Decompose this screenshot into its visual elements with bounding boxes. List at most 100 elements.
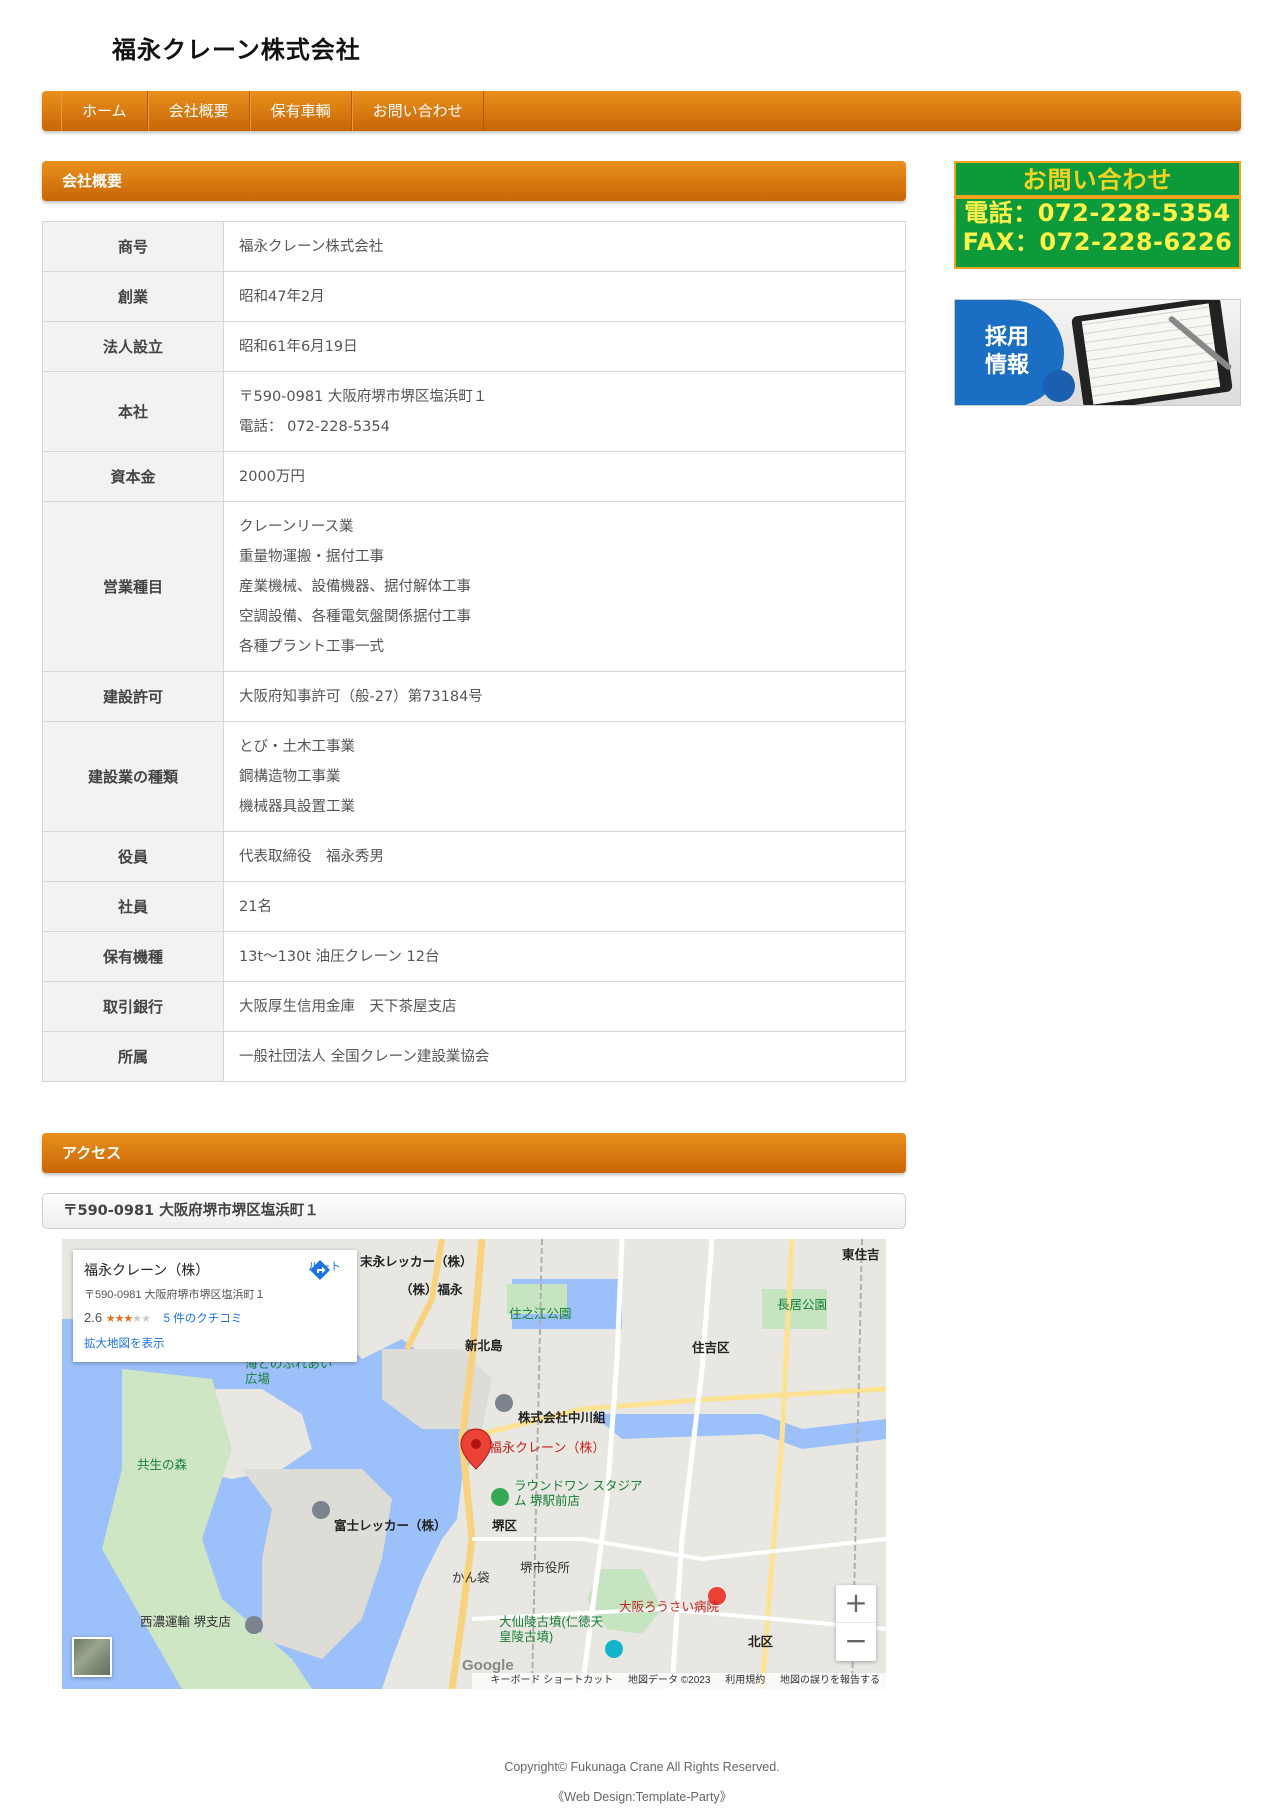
map-label-round1: ラウンドワン スタジアム 堺駅前店 <box>514 1479 643 1508</box>
table-cell-line: 一般社団法人 全国クレーン建設業協会 <box>239 1048 490 1065</box>
table-row: 役員 代表取締役 福永秀男 <box>42 831 906 882</box>
table-cell-line: 21名 <box>239 898 272 915</box>
table-row: 建設業の種類 とび・土木工事業 鋼構造物工事業 機械器具設置工業 <box>42 721 906 832</box>
company-table: 商号 福永クレーン株式会社 創業 昭和47年2月 法人設立 昭和61年6月19日 本社 〒59… <box>42 221 906 1082</box>
table-row-label: 商号 <box>42 221 224 272</box>
map-label-kita: 北区 <box>748 1635 774 1649</box>
table-cell-line: 昭和47年2月 <box>239 288 325 305</box>
table-row-label: 社員 <box>42 881 224 932</box>
table-row-value: 大阪厚生信用金庫 天下茶屋支店 <box>223 981 906 1032</box>
table-row-value: 一般社団法人 全国クレーン建設業協会 <box>223 1031 906 1082</box>
table-row-value: 福永クレーン株式会社 <box>223 221 906 272</box>
recruit-banner[interactable]: 採用 情報 <box>954 299 1241 406</box>
map-route-button[interactable]: ルート <box>308 1258 341 1280</box>
contact-banner-tel: 電話：072-228-5354 <box>964 199 1231 227</box>
table-row-label: 建設許可 <box>42 671 224 722</box>
table-row-value: 2000万円 <box>223 451 906 502</box>
map-data-credit: 地図データ ©2023 <box>628 1675 711 1686</box>
table-cell-line: 大阪厚生信用金庫 天下茶屋支店 <box>239 998 457 1015</box>
contact-banner-fax: FAX：072-228-6226 <box>962 228 1233 256</box>
map-place-address: 〒590-0981 大阪府堺市堺区塩浜町１ <box>84 1289 266 1301</box>
map-label-daisen: 大仙陵古墳(仁徳天皇陵古墳) <box>499 1615 604 1644</box>
map-enlarge-link[interactable]: 拡大地図を表示 <box>84 1335 346 1351</box>
table-cell-line: 2000万円 <box>239 468 305 485</box>
nav-item-home[interactable]: ホーム <box>61 91 148 131</box>
table-row-label: 本社 <box>42 371 224 452</box>
table-cell-line: とび・土木工事業 <box>239 738 355 755</box>
table-row-label: 所属 <box>42 1031 224 1082</box>
table-row-value: 21名 <box>223 881 906 932</box>
table-row: 創業 昭和47年2月 <box>42 271 906 322</box>
table-cell-line: 昭和61年6月19日 <box>239 338 358 355</box>
map-report-link[interactable]: 地図の誤りを報告する <box>780 1675 880 1686</box>
map-satellite-toggle[interactable] <box>72 1637 112 1677</box>
google-logo: Google <box>462 1657 514 1674</box>
recruit-banner-text: 採用 情報 <box>985 325 1030 378</box>
footer-copyright: Copyright© Fukunaga Crane All Rights Res… <box>504 1760 780 1774</box>
table-row-label: 役員 <box>42 831 224 882</box>
main-content: 会社概要 商号 福永クレーン株式会社 創業 昭和47年2月 法人設立 昭和61年6月19日… <box>42 161 906 1689</box>
table-row: 営業種目 クレーンリース業 重量物運搬・据付工事 産業機械、設備機器、据付解体工事 空調… <box>42 501 906 672</box>
map-zoom-control: + − <box>836 1585 876 1661</box>
table-cell-line: 空調設備、各種電気盤関係据付工事 <box>239 608 471 625</box>
zoom-out-button[interactable]: − <box>836 1623 876 1661</box>
table-cell-line: 産業機械、設備機器、据付解体工事 <box>239 578 471 595</box>
map-label-fukunaga: 福永クレーン（株） <box>489 1440 606 1455</box>
nav-item-vehicles[interactable]: 保有車輌 <box>249 91 352 131</box>
table-row-value: 代表取締役 福永秀男 <box>223 831 906 882</box>
footer-design-credit[interactable]: 《Web Design:Template-Party》 <box>0 1786 1284 1805</box>
map-pin-icon[interactable] <box>459 1427 493 1471</box>
map-label-nagai: 長居公園 <box>777 1298 828 1312</box>
table-row: 法人設立 昭和61年6月19日 <box>42 321 906 372</box>
table-row: 所属 一般社団法人 全国クレーン建設業協会 <box>42 1031 906 1082</box>
table-row: 資本金 2000万円 <box>42 451 906 502</box>
table-row-value: 昭和61年6月19日 <box>223 321 906 372</box>
table-row-value: クレーンリース業 重量物運搬・据付工事 産業機械、設備機器、据付解体工事 空調設備、各… <box>223 501 906 672</box>
table-cell-line: 電話： 072-228-5354 <box>239 418 390 435</box>
map-keyboard-shortcuts[interactable]: キーボード ショートカット <box>490 1675 613 1686</box>
table-cell-line: 重量物運搬・据付工事 <box>239 548 384 565</box>
map-place-card: 福永クレーン（株） 〒590-0981 大阪府堺市堺区塩浜町１ 2.6 ★★★★… <box>73 1250 357 1362</box>
table-row: 社員 21名 <box>42 881 906 932</box>
map-place-name: 福永クレーン（株） <box>84 1262 210 1278</box>
table-row-label: 建設業の種類 <box>42 721 224 832</box>
table-cell-line: 機械器具設置工業 <box>239 798 355 815</box>
table-row-value: 大阪府知事許可（般-27）第73184号 <box>223 671 906 722</box>
sidebar: お問い合わせ 電話：072-228-5354 FAX：072-228-6226 … <box>954 161 1241 406</box>
map-terms-link[interactable]: 利用規約 <box>725 1675 765 1686</box>
map-label-suenaga: 末永レッカー（株） <box>360 1255 473 1269</box>
map-label-shiyakusho: 堺市役所 <box>520 1561 571 1575</box>
map-label-seino: 西濃運輸 堺支店 <box>140 1615 231 1629</box>
table-row-value: とび・土木工事業 鋼構造物工事業 機械器具設置工業 <box>223 721 906 832</box>
table-row-label: 創業 <box>42 271 224 322</box>
access-address: 〒590-0981 大阪府堺市堺区塩浜町１ <box>42 1193 906 1229</box>
map-rating-value: 2.6 <box>84 1310 103 1325</box>
map-label-sakai: 堺区 <box>492 1519 518 1533</box>
map-label-shinkitajima: 新北島 <box>465 1339 503 1353</box>
google-map[interactable]: 福永クレーン（株） 末永レッカー（株） （株）福永 株式会社中川組 富士レッカー… <box>62 1239 886 1689</box>
nav-item-company[interactable]: 会社概要 <box>147 91 250 131</box>
map-reviews-link[interactable]: 5 件のクチコミ <box>164 1313 243 1325</box>
map-rating: 2.6 ★★★★★ 5 件のクチコミ <box>84 1310 243 1325</box>
map-label-sumiyoshi: 住吉区 <box>692 1341 730 1355</box>
table-cell-line: 13t～130t 油圧クレーン 12台 <box>239 948 440 965</box>
table-row-label: 営業種目 <box>42 501 224 672</box>
table-row: 建設許可 大阪府知事許可（般-27）第73184号 <box>42 671 906 722</box>
table-row: 保有機種 13t～130t 油圧クレーン 12台 <box>42 931 906 982</box>
zoom-in-button[interactable]: + <box>836 1585 876 1623</box>
main-nav: ホーム 会社概要 保有車輌 お問い合わせ <box>42 91 1241 131</box>
company-heading: 会社概要 <box>42 161 906 201</box>
table-row-value: 昭和47年2月 <box>223 271 906 322</box>
site-title[interactable]: 福永クレーン株式会社 <box>112 30 361 65</box>
contact-banner[interactable]: お問い合わせ 電話：072-228-5354 FAX：072-228-6226 <box>954 161 1241 269</box>
table-row-label: 法人設立 <box>42 321 224 372</box>
map-label-fuji: 富士レッカー（株） <box>334 1519 447 1533</box>
map-attribution: キーボード ショートカット 地図データ ©2023 利用規約 地図の誤りを報告す… <box>472 1673 886 1689</box>
map-label-suminoe: 住之江公園 <box>509 1307 572 1321</box>
table-row: 取引銀行 大阪厚生信用金庫 天下茶屋支店 <box>42 981 906 1032</box>
directions-icon <box>310 1260 330 1280</box>
table-row: 本社 〒590-0981 大阪府堺市堺区塩浜町１ 電話： 072-228-5354 <box>42 371 906 452</box>
table-cell-line: 鋼構造物工事業 <box>239 768 341 785</box>
map-label-nakagawa: 株式会社中川組 <box>518 1411 606 1425</box>
nav-item-contact[interactable]: お問い合わせ <box>351 91 484 131</box>
